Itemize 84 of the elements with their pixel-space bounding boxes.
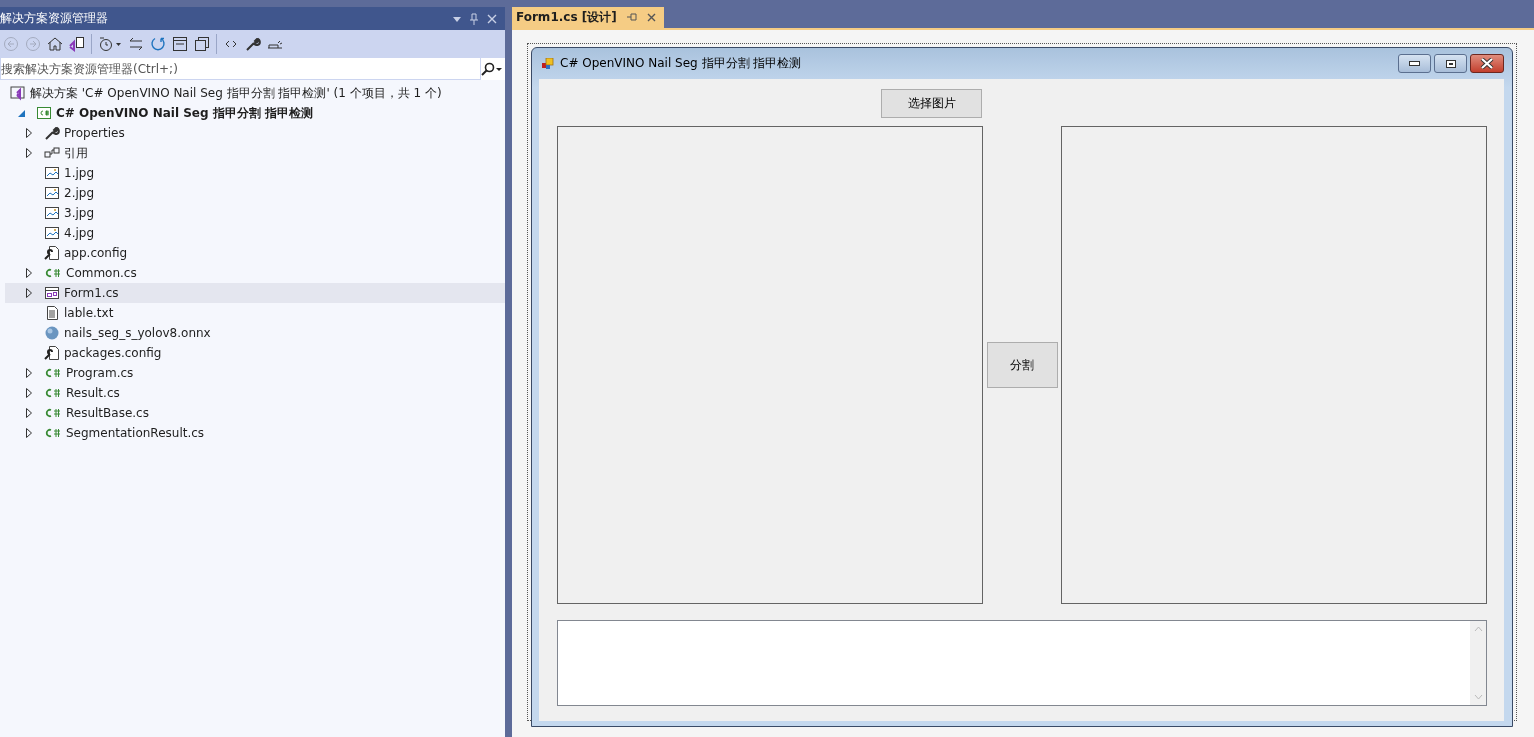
home-icon[interactable] bbox=[47, 36, 63, 52]
form-file-icon bbox=[44, 285, 60, 301]
tree-item-label: C# OpenVINO Nail Seg 指甲分割 指甲检测 bbox=[56, 104, 313, 122]
search-icon[interactable] bbox=[481, 62, 495, 76]
copy-icon[interactable] bbox=[194, 36, 210, 52]
text-file-icon bbox=[44, 305, 60, 321]
config-file-icon bbox=[44, 245, 60, 261]
sphere-icon bbox=[44, 325, 60, 341]
tree-item-label: SegmentationResult.cs bbox=[66, 426, 205, 440]
form-title: C# OpenVINO Nail Seg 指甲分割 指甲检测 bbox=[560, 55, 803, 72]
segment-button[interactable]: 分割 bbox=[986, 342, 1058, 388]
tree-item-label: Form1.cs bbox=[64, 286, 119, 300]
tree-item-label: nails_seg_s_yolov8.onnx bbox=[64, 326, 211, 340]
tree-item[interactable]: app.config bbox=[5, 243, 505, 263]
collapsed-arrow-icon[interactable] bbox=[26, 268, 32, 278]
collapse-all-icon[interactable] bbox=[172, 36, 188, 52]
tree-item-label: Result.cs bbox=[66, 386, 120, 400]
tree-item[interactable]: 4.jpg bbox=[5, 223, 505, 243]
tree-item[interactable]: 解决方案 'C# OpenVINO Nail Seg 指甲分割 指甲检测' (1 个项目，共 1 个) bbox=[5, 83, 505, 103]
close-icon[interactable] bbox=[646, 13, 656, 22]
collapsed-arrow-icon[interactable] bbox=[26, 388, 32, 398]
tree-item[interactable]: packages.config bbox=[5, 343, 505, 363]
tree-item-label: 3.jpg bbox=[64, 206, 95, 220]
image-file-icon bbox=[44, 185, 60, 201]
tree-item[interactable]: 3.jpg bbox=[5, 203, 505, 223]
collapsed-arrow-icon[interactable] bbox=[26, 368, 32, 378]
tree-item[interactable]: ResultBase.cs bbox=[5, 403, 505, 423]
tree-item[interactable]: 1.jpg bbox=[5, 163, 505, 183]
solution-icon bbox=[10, 85, 26, 101]
tree-item[interactable]: Form1.cs bbox=[5, 283, 505, 303]
tab-label: Form1.cs [设计] bbox=[516, 9, 617, 26]
panel-title: 解决方案资源管理器 bbox=[0, 10, 109, 27]
history-icon[interactable] bbox=[98, 36, 122, 52]
maximize-icon bbox=[1445, 59, 1456, 68]
tree-item-label: Common.cs bbox=[66, 266, 137, 280]
config-file-icon bbox=[44, 345, 60, 361]
tree-item-label: 4.jpg bbox=[64, 226, 95, 240]
tree-item[interactable]: lable.txt bbox=[5, 303, 505, 323]
image-file-icon bbox=[44, 225, 60, 241]
tree-item[interactable]: Common.cs bbox=[5, 263, 505, 283]
tree-item-label: Program.cs bbox=[66, 366, 134, 380]
tree-item-label: packages.config bbox=[64, 346, 162, 360]
tree-item[interactable]: SegmentationResult.cs bbox=[5, 423, 505, 443]
references-icon bbox=[44, 145, 60, 161]
close-button[interactable] bbox=[1470, 54, 1504, 73]
wrench-icon[interactable] bbox=[245, 36, 261, 52]
form-app-icon bbox=[542, 57, 554, 70]
tree-item[interactable]: 2.jpg bbox=[5, 183, 505, 203]
tree-item[interactable]: Program.cs bbox=[5, 363, 505, 383]
collapsed-arrow-icon[interactable] bbox=[26, 128, 32, 138]
tree-item[interactable]: Properties bbox=[5, 123, 505, 143]
tree-item[interactable]: 引用 bbox=[5, 143, 505, 163]
tree-item-label: 解决方案 'C# OpenVINO Nail Seg 指甲分割 指甲检测' (1 个项目，共 1 个) bbox=[30, 84, 442, 102]
collapsed-arrow-icon[interactable] bbox=[26, 408, 32, 418]
text-area[interactable] bbox=[557, 620, 1487, 706]
sync-icon[interactable] bbox=[128, 36, 144, 52]
collapsed-arrow-icon[interactable] bbox=[26, 428, 32, 438]
tree-item-label: app.config bbox=[64, 246, 128, 260]
search-field[interactable]: 搜索解决方案资源管理器(Ctrl+;) bbox=[0, 58, 481, 80]
solution-switch-icon[interactable] bbox=[69, 36, 85, 52]
select-image-button[interactable]: 选择图片 bbox=[881, 89, 982, 118]
tree-item-label: 引用 bbox=[64, 144, 88, 162]
document-tab[interactable]: Form1.cs [设计] bbox=[512, 7, 664, 28]
expanded-arrow-icon[interactable] bbox=[18, 109, 25, 117]
tree-item-label: 2.jpg bbox=[64, 186, 95, 200]
csharp-project-icon bbox=[36, 105, 52, 121]
close-icon bbox=[1480, 58, 1494, 69]
tree-item-label: ResultBase.cs bbox=[66, 406, 149, 420]
collapsed-arrow-icon[interactable] bbox=[26, 148, 32, 158]
image-file-icon bbox=[44, 165, 60, 181]
minimize-icon bbox=[1409, 61, 1420, 66]
minimize-button[interactable] bbox=[1398, 54, 1431, 73]
tree-item-label: lable.txt bbox=[64, 306, 114, 320]
tree-item[interactable]: C# OpenVINO Nail Seg 指甲分割 指甲检测 bbox=[5, 103, 505, 123]
collapsed-arrow-icon[interactable] bbox=[26, 288, 32, 298]
tree-item-label: 1.jpg bbox=[64, 166, 95, 180]
image-file-icon bbox=[44, 205, 60, 221]
maximize-button[interactable] bbox=[1434, 54, 1467, 73]
wrench-icon bbox=[44, 125, 60, 141]
tree-item[interactable]: Result.cs bbox=[5, 383, 505, 403]
tree-item[interactable]: nails_seg_s_yolov8.onnx bbox=[5, 323, 505, 343]
refresh-icon[interactable] bbox=[150, 36, 166, 52]
tree-item-label: Properties bbox=[64, 126, 125, 140]
pin-icon[interactable] bbox=[626, 13, 637, 21]
